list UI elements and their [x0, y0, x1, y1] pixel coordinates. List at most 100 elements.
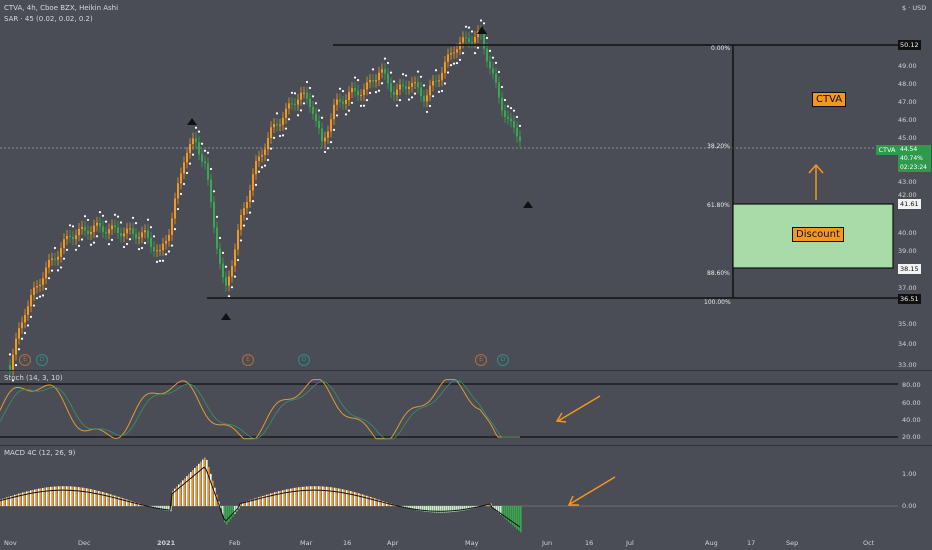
candle-body	[96, 222, 98, 226]
symbol-legend[interactable]: CTVA, 4h, Cboe BZX, Heikin Ashi	[4, 4, 118, 12]
earnings-event-icon[interactable]: E	[242, 354, 254, 366]
sar-dot	[161, 259, 165, 262]
candle-body	[474, 37, 476, 43]
macd-bar	[226, 506, 228, 525]
price-chart-canvas[interactable]	[0, 0, 932, 550]
current-price-box[interactable]: 44.54 40.74% 02:23:24	[898, 145, 931, 172]
candle-body	[501, 97, 503, 111]
price-tick: 48.00	[898, 80, 917, 88]
time-tick: Jul	[626, 539, 634, 547]
pane-separator[interactable]	[0, 445, 932, 446]
macd-legend[interactable]: MACD 4C (12, 26, 9)	[4, 449, 75, 457]
candle-body	[273, 124, 275, 128]
candle-body	[48, 260, 50, 268]
candle-body	[411, 83, 413, 87]
sar-dot	[338, 87, 342, 90]
candle-body	[33, 287, 35, 295]
stoch-tick: 60.00	[902, 399, 921, 407]
sar-dot	[8, 353, 12, 356]
macd-bar	[68, 486, 70, 506]
sar-dot	[416, 70, 420, 73]
fib-level-label: 38.20%	[707, 143, 730, 150]
sar-dot	[374, 91, 378, 94]
zone-top-badge[interactable]: 41.61	[898, 199, 921, 209]
candle-body	[405, 86, 407, 89]
sar-dot	[383, 57, 387, 60]
zone-bottom-badge[interactable]: 38.15	[898, 264, 921, 274]
candle-body	[312, 106, 314, 114]
sar-dot	[434, 69, 438, 72]
candle-body	[138, 237, 140, 239]
candle-body	[315, 113, 317, 122]
sar-dot	[386, 61, 390, 65]
ticker-price-tag[interactable]: CTVA	[876, 145, 898, 155]
earnings-event-icon[interactable]: E	[19, 354, 31, 366]
dividend-event-icon[interactable]: D	[497, 354, 509, 366]
sar-dot	[104, 220, 108, 223]
sar-dot	[122, 245, 126, 249]
time-tick: 16	[585, 539, 594, 547]
macd-bar	[332, 487, 334, 506]
sar-dot	[407, 98, 411, 101]
macd-bar	[104, 492, 106, 506]
sar-dot	[410, 96, 414, 99]
dividend-event-icon[interactable]: D	[36, 354, 48, 366]
candle-body	[387, 73, 389, 84]
macd-bar	[102, 492, 104, 506]
earnings-event-icon[interactable]: E	[475, 354, 487, 366]
candle-body	[183, 162, 185, 174]
candle-body	[330, 119, 332, 132]
sar-dot	[476, 46, 480, 49]
sar-dot	[98, 211, 102, 214]
macd-bar	[112, 494, 114, 506]
candle-body	[210, 179, 212, 202]
sar-dot	[269, 147, 273, 150]
candle-body	[201, 154, 203, 162]
time-tick: Mar	[300, 539, 313, 547]
sar-dot	[20, 337, 24, 340]
currency-label[interactable]: $ · USD	[902, 4, 926, 12]
high-price-badge[interactable]: 50.12	[898, 40, 921, 50]
macd-bar	[90, 489, 92, 506]
candle-body	[348, 92, 350, 100]
price-tick: 45.00	[898, 134, 917, 142]
candle-body	[132, 228, 134, 234]
stoch-legend[interactable]: Stoch (14, 3, 10)	[4, 374, 63, 382]
stoch-tick: 80.00	[902, 381, 921, 389]
sar-dot	[95, 235, 99, 238]
sar-dot	[140, 246, 144, 250]
macd-bar	[366, 495, 368, 506]
sar-dot	[110, 238, 114, 241]
sar-dot	[389, 71, 393, 74]
macd-bar	[118, 496, 120, 506]
price-tick: 49.00	[898, 62, 917, 70]
sar-dot	[392, 80, 396, 83]
dividend-event-icon[interactable]: D	[298, 354, 310, 366]
sar-dot	[233, 275, 237, 278]
fib-level-label: 61.80%	[707, 202, 730, 209]
discount-annotation[interactable]: Discount	[792, 227, 844, 242]
macd-bar	[292, 488, 294, 506]
pane-separator[interactable]	[0, 370, 932, 371]
sar-legend[interactable]: SAR · 45 (0.02, 0.02, 0.2)	[4, 15, 93, 23]
sar-dot	[281, 134, 285, 137]
stoch-arrow-icon	[555, 395, 601, 423]
candle-body	[69, 235, 71, 238]
sar-dot	[257, 170, 261, 173]
candle-body	[234, 249, 236, 267]
candle-body	[72, 237, 74, 240]
low-price-badge[interactable]: 36.51	[898, 294, 921, 304]
ctva-annotation[interactable]: CTVA	[812, 92, 847, 107]
macd-bar	[78, 487, 80, 506]
candle-body	[21, 322, 23, 329]
candle-body	[390, 83, 392, 93]
candle-body	[513, 121, 515, 128]
sar-dot	[215, 215, 219, 218]
candle-body	[198, 142, 200, 155]
sar-dot	[263, 164, 267, 167]
candle-body	[297, 99, 299, 105]
sar-dot	[17, 348, 21, 351]
sar-dot	[362, 104, 366, 107]
sar-dot	[353, 76, 357, 79]
sar-dot	[203, 149, 207, 152]
